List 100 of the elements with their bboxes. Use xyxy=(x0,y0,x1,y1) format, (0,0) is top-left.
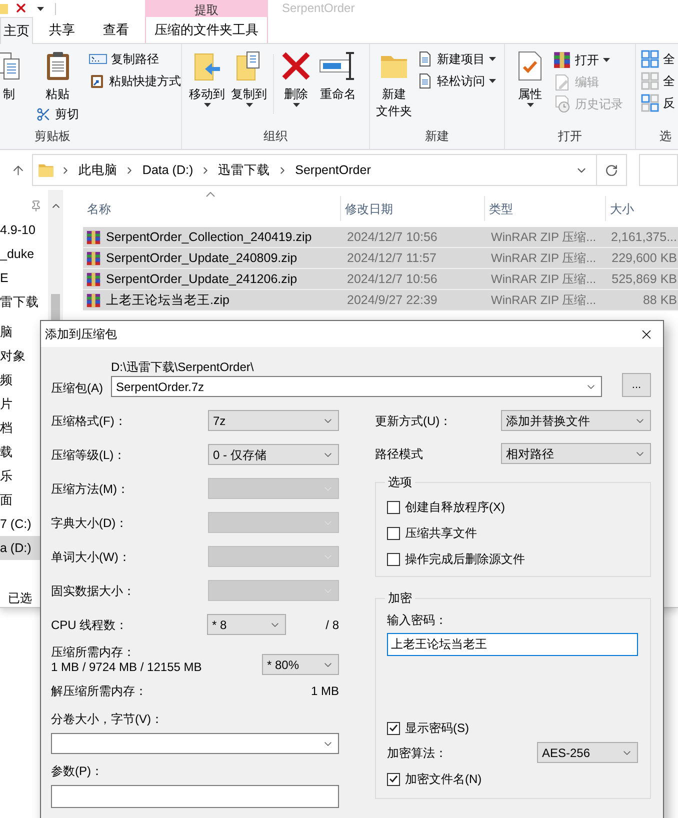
field-label: 分卷大小，字节(V)： xyxy=(51,712,164,727)
dropdown[interactable]: 0 - 仅存储 xyxy=(208,444,339,465)
folder-icon xyxy=(0,4,8,14)
sort-caret-icon xyxy=(206,192,215,197)
password-field[interactable]: 上老王论坛当老王 xyxy=(387,633,638,656)
checkbox[interactable] xyxy=(387,526,400,540)
file-type: WinRAR ZIP 压缩... xyxy=(490,229,598,246)
ribbon-tab[interactable]: 查看 xyxy=(91,17,141,43)
dropdown[interactable]: * 8 xyxy=(207,614,286,635)
checkbox-label: 压缩共享文件 xyxy=(405,525,477,542)
copy-path-icon xyxy=(89,53,107,65)
field-label: 字典大小(D)： xyxy=(51,514,128,532)
group-label: 选 xyxy=(658,128,672,145)
contextual-tab-title: 提取 xyxy=(194,4,218,17)
cut-button[interactable]: 剪切 xyxy=(34,103,81,125)
breadcrumb[interactable]: 此电脑 xyxy=(76,160,120,180)
archive-icon xyxy=(86,272,101,286)
nav-item[interactable]: E xyxy=(0,266,48,290)
ribbon-tab[interactable]: 主页 xyxy=(0,17,33,44)
file-size: 88 KB xyxy=(642,292,678,309)
field-label: 参数(P)： xyxy=(51,764,104,779)
file-row[interactable]: 上老王论坛当老王.zip 2024/9/27 22:39 WinRAR ZIP 压缩... 88 KB xyxy=(83,290,678,311)
input-field[interactable] xyxy=(51,785,339,808)
breadcrumb[interactable]: 迅雷下载 xyxy=(216,160,272,180)
document-icon xyxy=(417,73,433,89)
group-title: 加密 xyxy=(387,591,413,605)
new-item-button[interactable]: 新建项目 xyxy=(415,48,498,70)
move-to-button[interactable]: 移动到 xyxy=(186,44,228,107)
search-field[interactable] xyxy=(639,154,678,186)
nav-item[interactable]: 4.9-10 xyxy=(0,218,48,242)
dropdown[interactable]: SerpentOrder.7z xyxy=(111,376,602,397)
copy-button[interactable]: 制 xyxy=(0,44,28,103)
checkbox[interactable] xyxy=(387,722,400,734)
archive-icon xyxy=(86,230,101,244)
field-label: 输入密码： xyxy=(387,613,448,628)
check-icon xyxy=(389,775,398,783)
grid-icon xyxy=(641,72,659,90)
dropdown[interactable]: 相对路径 xyxy=(501,443,651,464)
new-folder-button[interactable]: 新建 文件夹 xyxy=(373,44,415,120)
nav-item[interactable]: _duke xyxy=(0,242,48,266)
breadcrumb[interactable]: SerpentOrder xyxy=(293,160,373,180)
select-button[interactable]: 反 xyxy=(639,92,677,114)
group-label: 组织 xyxy=(262,128,288,145)
checkbox-label: 创建自释放程序(X) xyxy=(405,499,505,516)
file-row[interactable]: SerpentOrder_Collection_240419.zip 2024/12/7 10:56 WinRAR ZIP 压缩... 2,161,375... xyxy=(83,227,678,248)
history-icon xyxy=(553,95,571,113)
file-row[interactable]: SerpentOrder_Update_241206.zip 2024/12/7 10:56 WinRAR ZIP 压缩... 525,869 KB xyxy=(83,269,678,290)
dropdown[interactable]: * 80% xyxy=(262,654,339,675)
delete-button[interactable]: 删除 xyxy=(277,44,315,107)
field-label: 压缩包(A) xyxy=(51,380,104,397)
field-label: 加密算法： xyxy=(387,744,447,762)
column-header[interactable]: 类型 xyxy=(485,196,606,221)
field-label: 解压缩所需内存： xyxy=(51,684,147,699)
dropdown[interactable]: 7z xyxy=(208,410,339,431)
select-button[interactable]: 全 xyxy=(639,48,677,70)
field-label: 更新方式(U)： xyxy=(375,412,452,430)
column-header[interactable]: 大小 xyxy=(606,196,678,221)
browse-button[interactable]: ... xyxy=(622,373,651,397)
open-button[interactable]: 打开 xyxy=(551,49,625,71)
folder-path: D:\迅雷下载\SerpentOrder\ xyxy=(111,360,255,374)
checkbox[interactable] xyxy=(387,772,400,786)
field-label: 压缩方法(M)： xyxy=(51,480,129,498)
properties-button[interactable]: 属性 xyxy=(511,44,549,107)
ribbon-tab[interactable]: 共享 xyxy=(37,17,87,43)
rename-button[interactable]: 重命名 xyxy=(315,44,361,103)
group-label: 剪贴板 xyxy=(34,128,72,145)
file-name: SerpentOrder_Update_240809.zip xyxy=(106,250,298,267)
grid-icon xyxy=(641,94,659,112)
file-size: 229,600 KB xyxy=(610,250,678,267)
group-label: 打开 xyxy=(557,128,583,145)
paste-shortcut-button[interactable]: 粘贴快捷方式 xyxy=(87,70,183,92)
checkbox-label: 加密文件名(N) xyxy=(405,771,482,788)
file-size: 525,869 KB xyxy=(610,270,678,288)
dropdown[interactable] xyxy=(51,733,339,754)
pin-icon xyxy=(30,200,42,212)
nav-item[interactable]: 雷下载 xyxy=(0,290,48,314)
status-text: 已选 xyxy=(8,590,32,607)
column-header[interactable]: 名称 xyxy=(83,196,341,221)
archive-icon xyxy=(553,51,571,69)
copy-to-button[interactable]: 复制到 xyxy=(228,44,270,107)
breadcrumb[interactable]: Data (D:) xyxy=(140,160,196,180)
checkbox-label: 操作完成后删除源文件 xyxy=(405,551,525,568)
easy-access-button[interactable]: 轻松访问 xyxy=(415,70,498,92)
field-label: 固实数据大小： xyxy=(51,582,135,600)
group-title: 选项 xyxy=(387,475,413,489)
file-row[interactable]: SerpentOrder_Update_240809.zip 2024/12/7 11:57 WinRAR ZIP 压缩... 229,600 KB xyxy=(83,248,678,269)
copy-path-button[interactable]: 复制路径 xyxy=(87,48,183,70)
dropdown[interactable]: 添加并替换文件 xyxy=(501,410,651,431)
window-title: SerpentOrder xyxy=(282,1,355,15)
dropdown[interactable]: AES-256 xyxy=(537,742,638,763)
checkbox[interactable] xyxy=(387,552,400,566)
select-button[interactable]: 全 xyxy=(639,70,677,92)
close-icon[interactable] xyxy=(14,1,28,15)
file-name: SerpentOrder_Update_241206.zip xyxy=(106,270,298,288)
paste-shortcut-icon xyxy=(89,73,105,89)
column-header[interactable]: 修改日期 xyxy=(341,196,485,221)
checkbox[interactable] xyxy=(387,500,400,514)
scissors-icon xyxy=(36,106,51,122)
paste-button[interactable]: 粘贴 xyxy=(34,44,81,103)
file-date: 2024/9/27 22:39 xyxy=(346,292,438,309)
